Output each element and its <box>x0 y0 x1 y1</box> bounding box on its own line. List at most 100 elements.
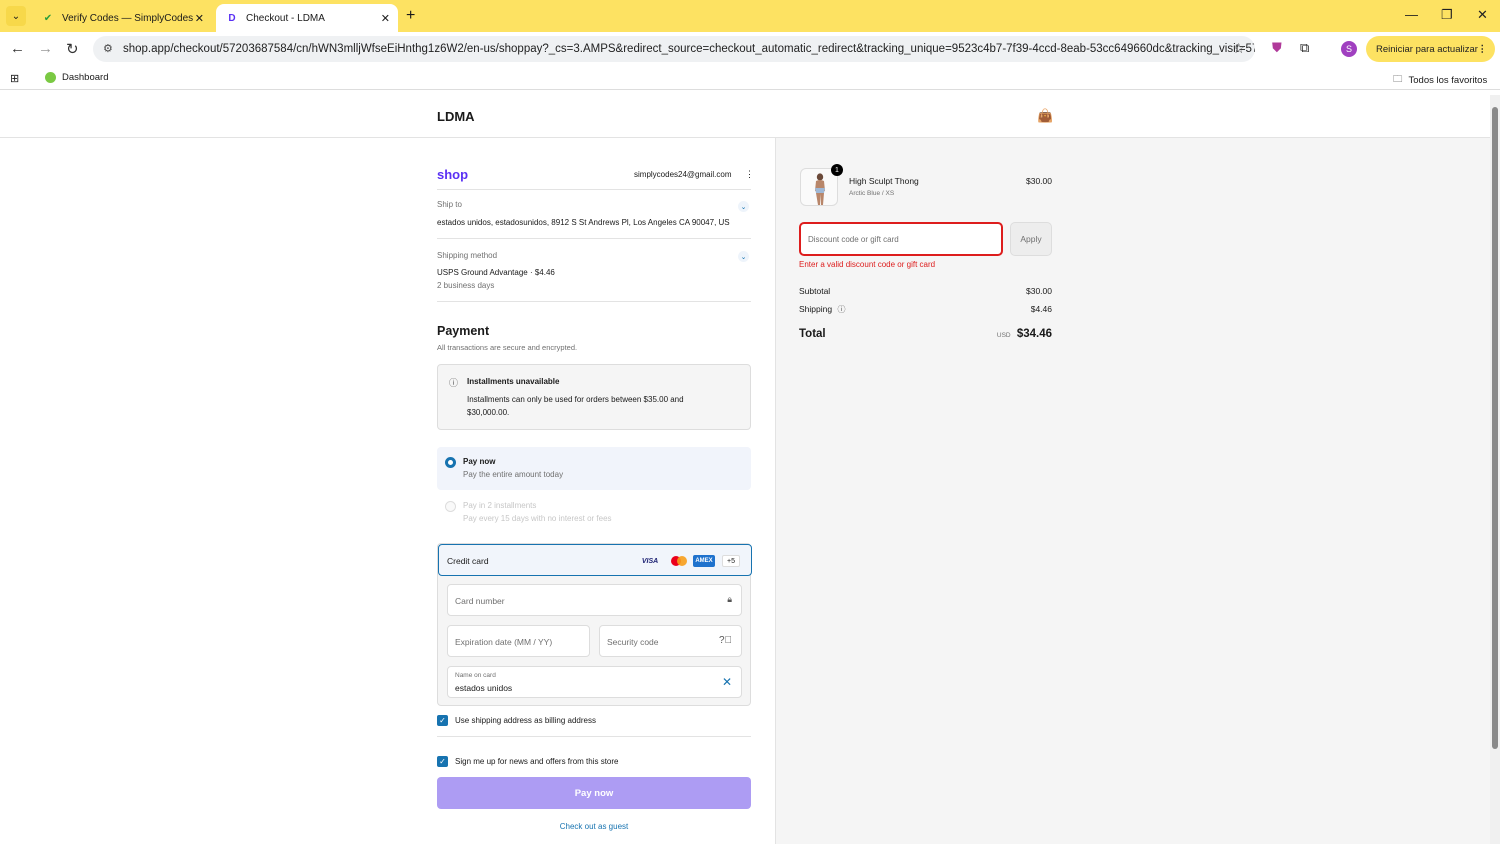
discount-code-input[interactable]: Discount code or gift card <box>799 222 1003 256</box>
divider <box>437 736 751 737</box>
total-label: Total <box>799 328 826 340</box>
notice-body: Installments can only be used for orders… <box>467 395 684 417</box>
profile-avatar[interactable]: S <box>1341 41 1357 57</box>
site-settings-icon[interactable]: ⚙ <box>103 42 113 55</box>
product-name: High Sculpt Thong <box>849 176 919 186</box>
quantity-badge: 1 <box>831 164 843 176</box>
credit-card-label: Credit card <box>447 556 489 566</box>
security-code-input[interactable]: Security code ?⃝ <box>599 625 742 657</box>
newsletter-checkbox-label[interactable]: Sign me up for news and offers from this… <box>455 757 618 766</box>
apps-grid-icon[interactable]: ⊞ <box>10 72 19 85</box>
tab-title: Verify Codes — SimplyCodes <box>62 12 194 24</box>
menu-dots-icon: ⋮ <box>1477 43 1488 55</box>
tab-search-chevron-icon[interactable]: ⌄ <box>6 6 26 26</box>
tab-checkout[interactable]: D Checkout - LDMA ✕ <box>216 4 398 32</box>
expiry-input[interactable]: Expiration date (MM / YY) <box>447 625 590 657</box>
bookmark-star-icon[interactable]: ☆ <box>1232 40 1245 57</box>
credit-card-section: Credit card VISA AMEX +5 Card number 🔒︎ … <box>437 543 752 706</box>
bookmark-all-favorites[interactable]: 🗀 Todos los favoritos <box>1393 72 1487 88</box>
radio-disabled <box>445 501 456 512</box>
subtotal-row: Subtotal $30.00 <box>799 286 1052 296</box>
store-header: LDMA 👜 <box>0 95 1490 138</box>
amex-logo-icon: AMEX <box>693 555 715 567</box>
minimize-icon[interactable]: — <box>1405 7 1418 22</box>
chevron-down-icon[interactable]: ⌄ <box>738 251 749 262</box>
more-cards-badge: +5 <box>722 555 740 567</box>
installments-notice: ⓘ Installments unavailable Installments … <box>437 364 751 430</box>
shipping-method-value: USPS Ground Advantage · $4.46 <box>437 268 555 277</box>
account-menu-icon[interactable]: ⋮ <box>745 169 754 180</box>
name-on-card-input[interactable]: Name on card estados unidos ✕ <box>447 666 742 698</box>
option-subtitle: Pay the entire amount today <box>463 470 564 479</box>
option-pay-now[interactable]: Pay now Pay the entire amount today <box>437 447 751 490</box>
chevron-down-icon[interactable]: ⌄ <box>738 201 749 212</box>
lock-icon: 🔒︎ <box>727 594 732 604</box>
scrollbar-thumb[interactable] <box>1492 107 1498 749</box>
dashboard-favicon-icon <box>45 72 56 83</box>
discount-error: Enter a valid discount code or gift card <box>799 260 936 269</box>
total-amount-group: USD $34.46 <box>997 328 1052 340</box>
total-value: $34.46 <box>1016 328 1052 340</box>
tab-verify-codes[interactable]: ✔ Verify Codes — SimplyCodes ✕ <box>32 4 212 32</box>
checkout-as-guest-link[interactable]: Check out as guest <box>437 822 751 831</box>
close-tab-icon[interactable]: ✕ <box>195 12 204 25</box>
pay-now-button[interactable]: Pay now <box>437 777 751 809</box>
shipping-method-label: Shipping method <box>437 251 498 260</box>
card-number-placeholder: Card number <box>455 596 505 606</box>
billing-checkbox-label[interactable]: Use shipping address as billing address <box>455 716 596 725</box>
shipping-row: Shipping ⓘ $4.46 <box>799 304 1052 315</box>
option-title: Pay in 2 installments <box>463 501 537 510</box>
shipping-value: $4.46 <box>1030 304 1052 314</box>
extensions-puzzle-icon[interactable]: ⧉ <box>1300 40 1309 56</box>
url-text: shop.app/checkout/57203687584/cn/hWN3mll… <box>123 43 1255 55</box>
browser-tab-bar: ⌄ ✔ Verify Codes — SimplyCodes ✕ D Check… <box>0 0 1500 32</box>
update-label: Reiniciar para actualizar <box>1376 43 1478 55</box>
back-arrow-icon[interactable]: ← <box>10 40 25 57</box>
clear-x-icon[interactable]: ✕ <box>722 675 732 689</box>
option-installments: Pay in 2 installments Pay every 15 days … <box>437 500 751 530</box>
shipping-eta: 2 business days <box>437 281 495 290</box>
new-tab-plus-icon[interactable]: + <box>406 7 415 25</box>
tab-title: Checkout - LDMA <box>246 12 325 24</box>
divider <box>437 238 751 239</box>
close-window-icon[interactable]: ✕ <box>1477 7 1488 23</box>
credit-card-header[interactable]: Credit card VISA AMEX +5 <box>438 544 752 576</box>
update-button[interactable]: Reiniciar para actualizar ⋮ <box>1366 36 1495 62</box>
forward-arrow-icon[interactable]: → <box>38 40 53 57</box>
bookmark-label: Dashboard <box>62 72 109 83</box>
billing-checkbox[interactable]: ✓ <box>437 715 448 726</box>
name-on-card-value: estados unidos <box>455 683 513 693</box>
close-tab-icon[interactable]: ✕ <box>381 12 390 25</box>
mastercard-logo-icon <box>668 555 690 567</box>
currency-code: USD <box>996 332 1011 339</box>
bookmark-dashboard[interactable]: Dashboard <box>45 72 108 83</box>
shopping-bag-icon[interactable]: 👜 <box>1037 108 1053 124</box>
option-subtitle: Pay every 15 days with no interest or fe… <box>463 514 612 523</box>
payment-subtitle: All transactions are secure and encrypte… <box>437 343 578 352</box>
radio-selected[interactable] <box>445 457 456 468</box>
reload-icon[interactable]: ↻ <box>66 40 79 58</box>
shield-extension-icon[interactable]: ⛊ <box>1272 40 1282 56</box>
notice-title: Installments unavailable <box>467 377 560 386</box>
card-number-input[interactable]: Card number 🔒︎ <box>447 584 742 616</box>
checkout-page: LDMA 👜 shop simplycodes24@gmail.com ⋮ Sh… <box>0 95 1490 844</box>
bookmark-label: Todos los favoritos <box>1408 74 1488 86</box>
shipping-method-section[interactable]: Shipping method USPS Ground Advantage · … <box>437 251 751 290</box>
store-name[interactable]: LDMA <box>437 109 475 124</box>
shop-logo: shop <box>437 167 469 182</box>
page-scrollbar[interactable] <box>1490 95 1500 844</box>
newsletter-checkbox[interactable]: ✓ <box>437 756 448 767</box>
ship-to-section[interactable]: Ship to estados unidos, estadosunidos, 8… <box>437 200 751 227</box>
shipping-label: Shipping <box>799 304 833 314</box>
browser-toolbar: ← → ↻ ⚙ shop.app/checkout/57203687584/cn… <box>0 32 1500 66</box>
apply-button[interactable]: Apply <box>1010 222 1052 256</box>
subtotal-label: Subtotal <box>799 286 831 296</box>
restore-icon[interactable]: ❐ <box>1441 7 1453 23</box>
folder-icon: 🗀 <box>1393 74 1403 85</box>
help-question-icon[interactable]: ⓘ <box>837 305 845 314</box>
product-price: $30.00 <box>1026 176 1052 186</box>
security-placeholder: Security code <box>607 637 659 647</box>
address-bar[interactable]: ⚙ shop.app/checkout/57203687584/cn/hWN3m… <box>93 36 1255 62</box>
help-question-icon[interactable]: ?⃝ <box>719 635 732 646</box>
option-title: Pay now <box>463 457 496 466</box>
